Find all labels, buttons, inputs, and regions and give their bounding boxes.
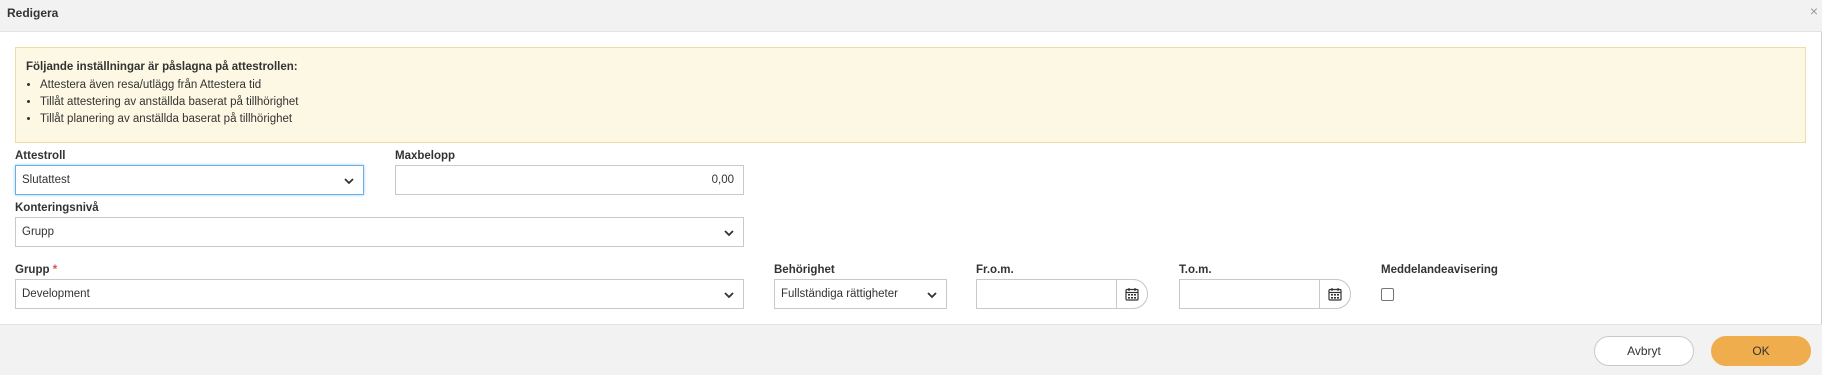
chevron-down-icon (724, 292, 734, 299)
maxbelopp-label: Maxbelopp (395, 150, 456, 162)
required-marker: * (52, 264, 58, 276)
calendar-icon (1125, 288, 1139, 301)
maxbelopp-value: 0,00 (711, 174, 734, 186)
info-alert: Följande inställningar är påslagna på at… (15, 47, 1806, 143)
chevron-down-icon (724, 230, 734, 237)
info-item: Tillåt planering av anställda baserat på… (40, 111, 298, 128)
calendar-button[interactable] (1116, 279, 1148, 309)
chevron-down-icon (927, 292, 937, 299)
konteringsniva-value: Grupp (22, 226, 54, 238)
close-icon[interactable]: × (1810, 3, 1818, 19)
calendar-button[interactable] (1319, 279, 1351, 309)
info-heading: Följande inställningar är påslagna på at… (26, 61, 298, 73)
from-date-input[interactable] (976, 279, 1148, 309)
maxbelopp-input[interactable]: 0,00 (395, 165, 744, 195)
calendar-icon (1328, 288, 1342, 301)
grupp-value: Development (22, 288, 90, 300)
konteringsniva-select[interactable]: Grupp (15, 217, 744, 247)
dialog-titlebar: Redigera × (0, 0, 1822, 32)
grupp-select[interactable]: Development (15, 279, 744, 309)
attestroll-select[interactable]: Slutattest (15, 165, 364, 195)
behorighet-label: Behörighet (774, 264, 835, 276)
grupp-label: Grupp * (15, 264, 57, 276)
cancel-button[interactable]: Avbryt (1594, 336, 1694, 366)
from-label: Fr.o.m. (976, 264, 1014, 276)
attestroll-value: Slutattest (22, 174, 70, 186)
tom-date-input[interactable] (1179, 279, 1351, 309)
dialog-title: Redigera (7, 6, 59, 20)
chevron-down-icon (344, 178, 354, 185)
dialog-footer: Avbryt OK (0, 324, 1822, 375)
behorighet-value: Fullständiga rättigheter (781, 288, 898, 300)
grupp-label-text: Grupp (15, 264, 50, 276)
attestroll-label: Attestroll (15, 150, 66, 162)
meddelande-label: Meddelandeavisering (1381, 264, 1498, 276)
info-item: Attestera även resa/utlägg från Attester… (40, 77, 298, 94)
konteringsniva-label: Konteringsnivå (15, 202, 99, 214)
behorighet-select[interactable]: Fullständiga rättigheter (774, 279, 947, 309)
info-list: Attestera även resa/utlägg från Attester… (26, 77, 298, 128)
tom-label: T.o.m. (1179, 264, 1212, 276)
info-item: Tillåt attestering av anställda baserat … (40, 94, 298, 111)
edit-dialog: Redigera × Följande inställningar är pås… (0, 0, 1822, 375)
ok-button[interactable]: OK (1711, 336, 1811, 366)
meddelande-checkbox[interactable] (1381, 288, 1394, 301)
